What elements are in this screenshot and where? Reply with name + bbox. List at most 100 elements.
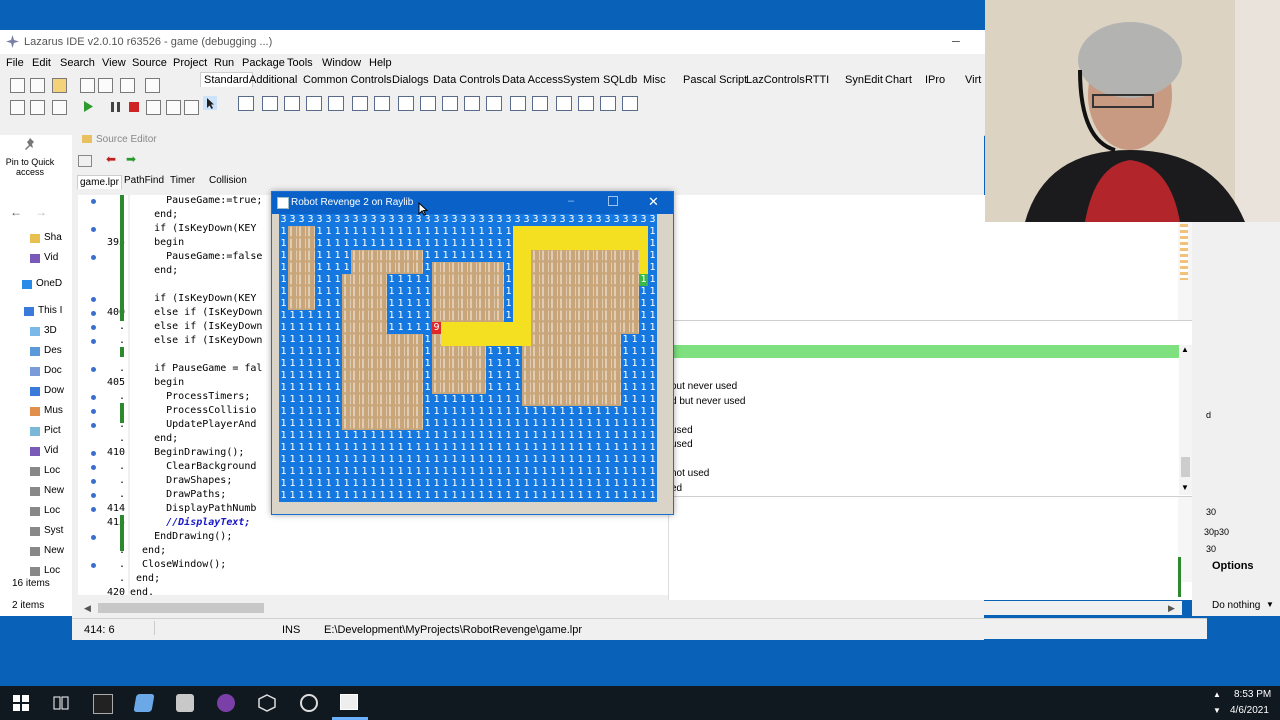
menu-item-tools[interactable]: Tools	[287, 57, 313, 69]
windows-start-icon[interactable]	[12, 694, 30, 712]
explorer-item[interactable]: Vid	[44, 445, 58, 456]
component-icon-10[interactable]	[442, 96, 458, 111]
palette-tab-rtti[interactable]: RTTI	[805, 74, 829, 86]
scanner-icon[interactable]	[176, 694, 194, 712]
new-unit-icon[interactable]	[10, 78, 25, 93]
selection-arrow-icon[interactable]	[203, 96, 217, 110]
minimize-button[interactable]: –	[952, 32, 960, 48]
palette-tab-additional[interactable]: Additional	[249, 74, 297, 86]
robot-minimize-button[interactable]: –	[568, 195, 574, 207]
breakpoint-dot[interactable]	[91, 339, 96, 344]
component-icon-5[interactable]	[328, 96, 344, 111]
breakpoint-dot[interactable]	[91, 395, 96, 400]
component-icon-7[interactable]	[374, 96, 390, 111]
explorer-item[interactable]: OneD	[36, 278, 62, 289]
component-icon-2[interactable]	[262, 96, 278, 111]
menu-item-package[interactable]: Package	[242, 57, 285, 69]
github-icon[interactable]	[217, 694, 235, 712]
jump-back-icon[interactable]: ⬅	[106, 152, 116, 166]
breakpoint-dot[interactable]	[91, 325, 96, 330]
step-into-icon[interactable]	[146, 100, 161, 115]
menu-item-run[interactable]: Run	[214, 57, 234, 69]
menu-item-source[interactable]: Source	[132, 57, 167, 69]
editor-menu-icon[interactable]	[78, 155, 92, 167]
do-nothing-dropdown-icon[interactable]: ▼	[1266, 600, 1274, 609]
explorer-item[interactable]: Dow	[44, 385, 64, 396]
jump-forward-icon[interactable]: ➡	[126, 152, 136, 166]
palette-tab-standard[interactable]: Standard	[200, 72, 253, 87]
open-folder-icon[interactable]	[52, 78, 67, 93]
task-view-icon[interactable]	[52, 694, 70, 712]
new-form-icon[interactable]	[30, 78, 45, 93]
robot-close-button[interactable]: ✕	[648, 194, 659, 210]
explorer-item[interactable]: Pict	[44, 425, 61, 436]
options-label[interactable]: Options	[1212, 560, 1254, 572]
breakpoint-dot[interactable]	[91, 409, 96, 414]
messages-scroll-down-icon[interactable]: ▼	[1181, 483, 1189, 492]
messages-scroll-thumb[interactable]	[1181, 457, 1190, 477]
messages-scroll-up-icon[interactable]: ▲	[1181, 345, 1189, 354]
breakpoint-dot[interactable]	[91, 451, 96, 456]
component-icon-4[interactable]	[306, 96, 322, 111]
breakpoint-dot[interactable]	[91, 479, 96, 484]
palette-tab-system[interactable]: System	[563, 74, 600, 86]
explorer-item[interactable]: New	[44, 485, 64, 496]
stop-icon[interactable]	[128, 101, 140, 113]
breakpoint-dot[interactable]	[91, 465, 96, 470]
palette-tab-sqldb[interactable]: SQLdb	[603, 74, 637, 86]
menu-item-help[interactable]: Help	[369, 57, 392, 69]
breakpoint-dot[interactable]	[91, 493, 96, 498]
palette-tab-virt[interactable]: Virt	[965, 74, 981, 86]
messages-scrollbar[interactable]: ▲ ▼	[1179, 345, 1192, 495]
breakpoint-dot[interactable]	[91, 367, 96, 372]
explorer-item[interactable]: 3D	[44, 325, 57, 336]
step-over-icon[interactable]	[166, 100, 181, 115]
ide-title-bar[interactable]: Lazarus IDE v2.0.10 r63526 - game (debug…	[0, 30, 985, 54]
explorer-item[interactable]: Mus	[44, 405, 63, 416]
component-icon-1[interactable]	[238, 96, 254, 111]
terminal-icon[interactable]	[93, 694, 113, 714]
palette-tab-pascal-script[interactable]: Pascal Script	[683, 74, 747, 86]
breakpoint-dot[interactable]	[91, 199, 96, 204]
explorer-item[interactable]: Loc	[44, 505, 60, 516]
view-forms-icon[interactable]	[10, 100, 25, 115]
breakpoint-dot[interactable]	[91, 535, 96, 540]
tray-up-icon[interactable]: ▲	[1213, 690, 1221, 699]
breakpoint-dot[interactable]	[91, 297, 96, 302]
tray-down-icon[interactable]: ▼	[1213, 706, 1221, 715]
menu-item-search[interactable]: Search	[60, 57, 95, 69]
breakpoint-dot[interactable]	[91, 563, 96, 568]
menu-item-window[interactable]: Window	[322, 57, 361, 69]
palette-tab-misc[interactable]: Misc	[643, 74, 666, 86]
pin-icon[interactable]	[22, 137, 38, 153]
breakpoint-dot[interactable]	[91, 311, 96, 316]
toggle-form-icon[interactable]	[120, 78, 135, 93]
component-icon-12[interactable]	[486, 96, 502, 111]
robot-window-title-bar[interactable]: Robot Revenge 2 on Raylib – ✕	[272, 192, 673, 214]
menu-item-project[interactable]: Project	[173, 57, 207, 69]
explorer-item[interactable]: Loc	[44, 565, 60, 576]
pin-quick-access-label[interactable]: Pin to Quick access	[2, 157, 58, 177]
explorer-item[interactable]: Syst	[44, 525, 63, 536]
breakpoint-dot[interactable]	[91, 423, 96, 428]
explorer-item[interactable]: Loc	[44, 465, 60, 476]
palette-tab-common-controls[interactable]: Common Controls	[303, 74, 392, 86]
clock-date[interactable]: 4/6/2021	[1230, 705, 1269, 716]
save-icon[interactable]	[80, 78, 95, 93]
scroll-left-icon[interactable]: ◀	[84, 603, 91, 614]
editor-tab-pathfind[interactable]: PathFind	[124, 175, 164, 186]
do-nothing-label[interactable]: Do nothing	[1212, 600, 1260, 611]
explorer-item[interactable]: New	[44, 545, 64, 556]
menu-item-edit[interactable]: Edit	[32, 57, 51, 69]
run-icon[interactable]	[82, 100, 94, 113]
cube-app-icon[interactable]	[258, 694, 276, 712]
lazarus-app-icon[interactable]	[133, 694, 155, 712]
palette-tab-lazcontrols[interactable]: LazControls	[746, 74, 805, 86]
editor-tab-game-lpr[interactable]: game.lpr	[77, 175, 122, 189]
menu-item-view[interactable]: View	[102, 57, 126, 69]
save-all-icon[interactable]	[98, 78, 113, 93]
component-icon-6[interactable]	[352, 96, 368, 111]
component-icon-9[interactable]	[420, 96, 436, 111]
component-icon-18[interactable]	[622, 96, 638, 111]
explorer-item[interactable]: Vid	[44, 252, 58, 263]
